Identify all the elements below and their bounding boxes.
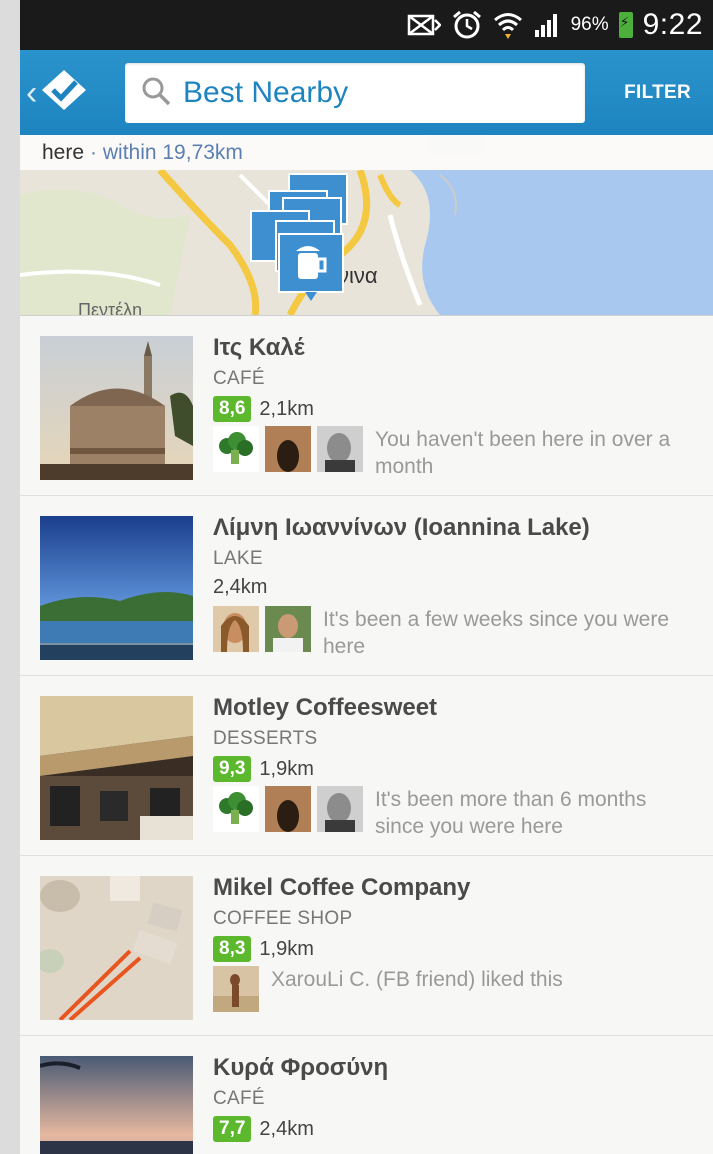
venue-score-badge: 9,3 [213,756,252,782]
venue-name: Mikel Coffee Company [213,874,471,901]
venue-item[interactable]: Λίμνη Ιωαννίνων (Ioannina Lake) LAKE 2,4… [20,495,713,675]
avatar [213,606,259,652]
wifi-icon [493,10,523,40]
filter-button[interactable]: FILTER [624,50,691,135]
venue-social: You haven't been here in over a month [213,426,695,480]
venue-category: CAFÉ [213,368,265,389]
search-query: Best Nearby [183,76,349,109]
venue-meta: 2,4km [213,576,267,599]
venue-item[interactable]: Κυρά Φροσύνη CAFÉ 7,7 2,4km [20,1035,713,1154]
venue-list: Ιτς Καλέ CAFÉ 8,6 2,1km You haven't been… [20,315,713,1154]
avatar [265,786,311,832]
venue-item[interactable]: Mikel Coffee Company COFFEE SHOP 8,3 1,9… [20,855,713,1035]
venue-item[interactable]: Motley Coffeesweet DESSERTS 9,3 1,9km It… [20,675,713,855]
venue-item[interactable]: Ιτς Καλέ CAFÉ 8,6 2,1km You haven't been… [20,315,713,495]
venue-name: Λίμνη Ιωαννίνων (Ioannina Lake) [213,514,590,541]
status-bar: 96% 9:22 [20,0,713,50]
venue-category: LAKE [213,548,263,569]
map-hint-radius: · within 19,73km [90,140,243,164]
venue-name: Motley Coffeesweet [213,694,438,721]
clock: 9:22 [642,8,703,41]
avatar-broccoli [213,426,259,472]
venue-social-text: It's been more than 6 months since you w… [375,788,647,838]
venue-score-badge: 8,6 [213,396,252,422]
venue-distance: 2,1km [259,397,314,420]
venue-social-text: XarouLi C. (FB friend) liked this [271,968,563,991]
map-search-radius: here · within 19,73km [20,135,713,170]
app-bar: ‹ Best Nearby FILTER [20,50,713,135]
venue-distance: 2,4km [259,1117,314,1140]
venue-category: CAFÉ [213,1088,265,1109]
foursquare-checkmark-icon [39,68,89,117]
venue-social-text: You haven't been here in over a month [375,428,671,478]
venue-social-text: It's been a few weeks since you were her… [323,608,670,658]
map-view[interactable]: here · within 19,73km νινα Πεντέλη [20,135,713,315]
venue-distance: 1,9km [259,937,314,960]
avatar [213,966,259,1012]
venue-category: DESSERTS [213,728,318,749]
venue-social: It's been more than 6 months since you w… [213,786,695,840]
alarm-icon [451,10,483,40]
search-icon [141,76,171,111]
map-hint-prefix: here [42,140,85,164]
venue-photo [40,1056,193,1154]
battery-charging-icon [618,12,633,38]
venue-meta: 7,7 2,4km [213,1116,314,1142]
venue-social: XarouLi C. (FB friend) liked this [213,966,651,1012]
venue-meta: 8,6 2,1km [213,396,314,422]
venue-score-badge: 8,3 [213,936,252,962]
venue-name: Ιτς Καλέ [213,334,305,361]
venue-score-badge: 7,7 [213,1116,252,1142]
map-pin-selected[interactable] [278,233,344,301]
up-navigation[interactable]: ‹ [20,68,120,117]
avatar [265,426,311,472]
search-input[interactable]: Best Nearby [125,63,585,123]
cell-signal-icon [533,12,561,38]
venue-meta: 9,3 1,9km [213,756,314,782]
venue-category: COFFEE SHOP [213,908,353,929]
back-chevron-icon: ‹ [26,73,38,112]
battery-percent: 96% [570,14,609,35]
venue-name: Κυρά Φροσύνη [213,1054,389,1081]
venue-photo [40,876,193,1020]
avatar [317,426,363,472]
avatar [265,606,311,652]
venue-photo [40,336,193,480]
venue-meta: 8,3 1,9km [213,936,314,962]
venue-social: It's been a few weeks since you were her… [213,606,703,660]
venue-photo [40,516,193,660]
venue-distance: 2,4km [213,576,268,598]
no-signal-icon [407,12,441,38]
venue-photo [40,696,193,840]
map-place-label-2: Πεντέλη [78,300,143,315]
phone-screen: 96% 9:22 ‹ Best Nearby FILTER [20,0,713,1154]
avatar-broccoli [213,786,259,832]
venue-distance: 1,9km [259,757,314,780]
avatar [317,786,363,832]
